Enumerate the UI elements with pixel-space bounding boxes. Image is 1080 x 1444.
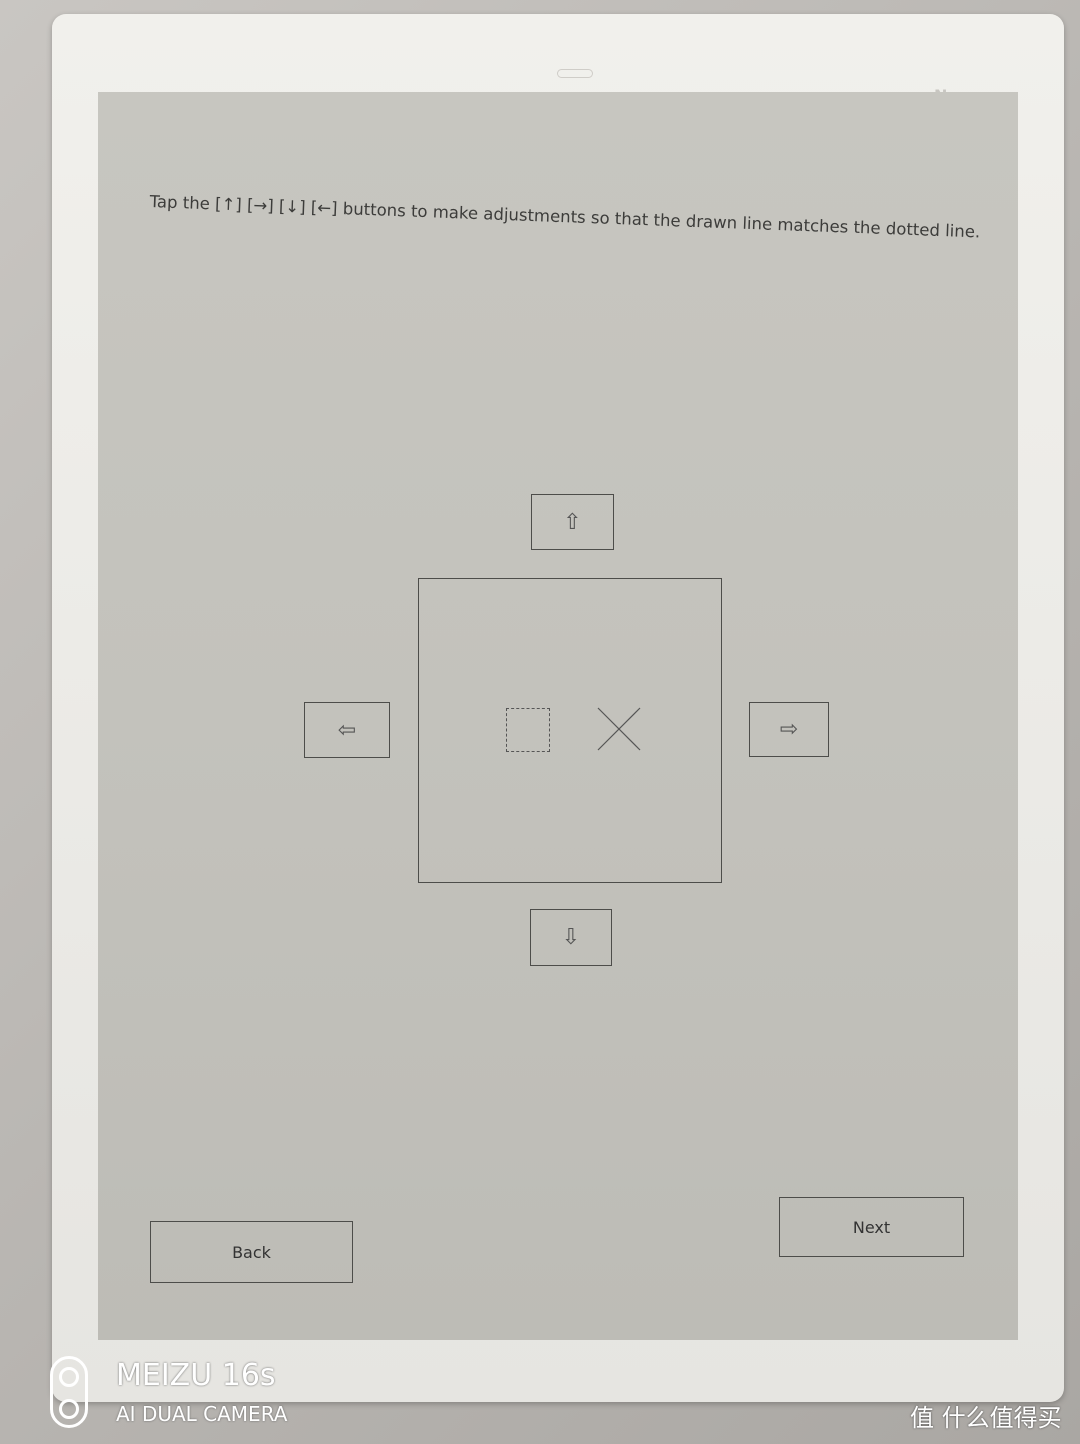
down-button[interactable]: ⇩ (530, 909, 612, 966)
instruction-text: Tap the [↑] [→] [↓] [←] buttons to make … (149, 192, 981, 242)
drawing-area[interactable] (418, 578, 722, 883)
arrow-down-icon: ⇩ (561, 925, 581, 950)
cross-mark-icon (597, 707, 641, 751)
arrow-left-icon: ⇦ (337, 717, 357, 743)
camera-logo (50, 1356, 88, 1428)
arrow-up-icon: ⇧ (563, 509, 582, 535)
dotted-square-target (506, 708, 550, 752)
left-button[interactable]: ⇦ (304, 702, 390, 758)
watermark-brand: MEIZU 16s (116, 1358, 276, 1393)
right-button[interactable]: ⇨ (749, 702, 829, 757)
watermark-site: 值 什么值得买 (910, 1404, 1062, 1432)
next-button[interactable]: Next (779, 1197, 964, 1257)
pen-slot (557, 69, 593, 78)
watermark-sub: AI DUAL CAMERA (116, 1402, 288, 1426)
arrow-right-icon: ⇨ (779, 717, 799, 742)
back-button[interactable]: Back (150, 1221, 353, 1283)
screen: Tap the [↑] [→] [↓] [←] buttons to make … (98, 92, 1018, 1340)
up-button[interactable]: ⇧ (531, 494, 614, 550)
